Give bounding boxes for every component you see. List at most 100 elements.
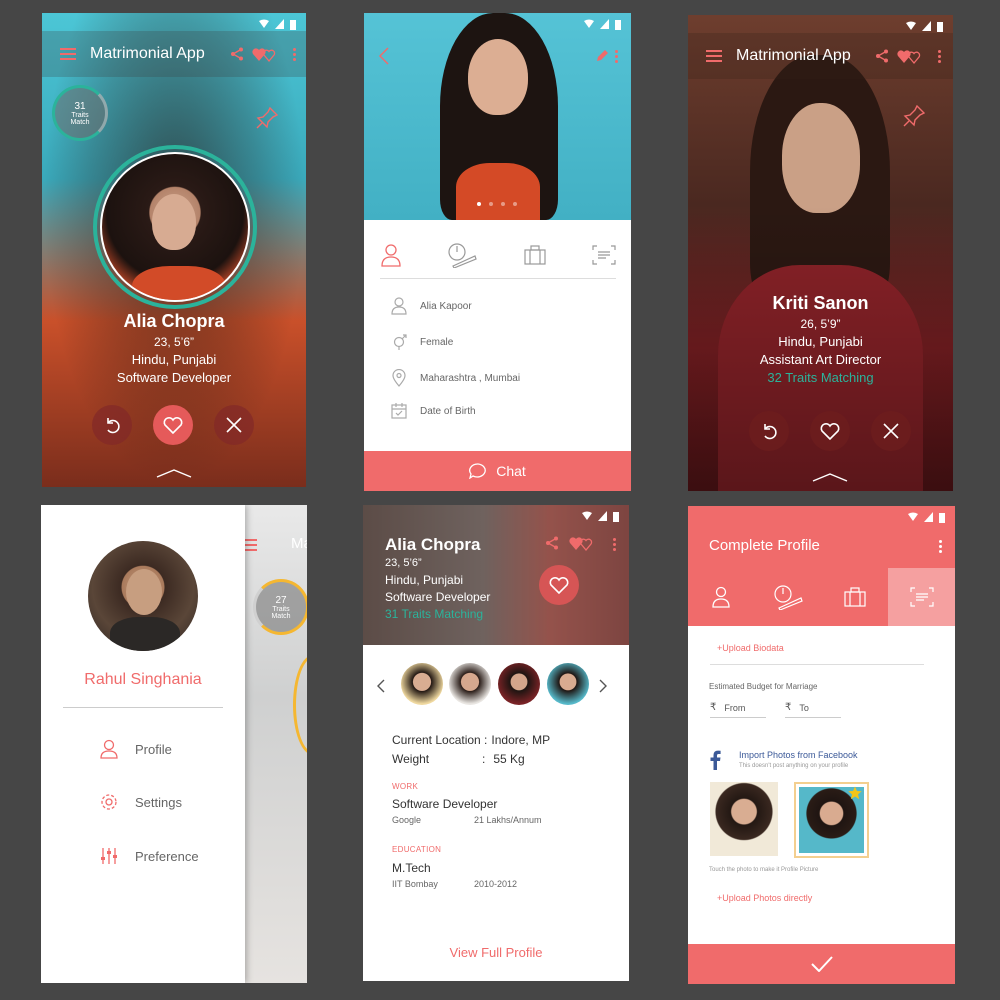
card-profile-summary: Alia Chopra 23, 5’6” Hindu, Punjabi Soft… [363,505,629,981]
age-height: 26, 5’9” [800,317,841,331]
traits-matching: 32 Traits Matching [767,370,874,385]
share-icon[interactable] [230,47,244,61]
match-label: Match [70,118,90,126]
details-section: Current Location : Indore, MP Weight : 5… [392,733,550,889]
measure-icon[interactable] [447,242,478,268]
nav-drawer: Rahul Singhania Profile Settings Prefere… [41,505,245,983]
background-traits-badge: 27 Traits Match [253,579,307,635]
profile-photo[interactable] [364,13,631,220]
budget-from-input[interactable]: ₹ From [710,702,766,718]
menu-icon[interactable] [60,48,76,60]
menu-item-settings[interactable]: Settings [97,792,182,812]
field-dob[interactable]: Date of Birth [386,403,476,419]
upload-biodata-link[interactable]: +Upload Biodata [717,643,784,653]
carousel-dot[interactable] [501,202,505,206]
more-icon[interactable] [613,538,616,551]
college: IIT Bombay [392,879,438,889]
confirm-button[interactable] [688,944,955,984]
measure-icon [774,585,803,610]
divider [63,707,223,708]
tab-bar [688,568,955,626]
tab-career[interactable] [822,568,889,626]
years: 2010-2012 [474,879,518,889]
chevron-left-icon[interactable] [377,679,385,693]
status-bar [582,509,619,523]
undo-button[interactable] [749,411,789,451]
more-icon[interactable] [939,540,942,553]
like-button[interactable] [539,565,579,605]
education-details-row: IIT Bombay 2010-2012 [392,879,550,889]
more-icon[interactable] [615,50,618,63]
facebook-icon[interactable] [710,750,721,770]
battery-icon [615,19,621,30]
tab-personal[interactable] [688,568,755,626]
chevron-right-icon[interactable] [599,679,607,693]
heart-icon [820,422,840,441]
menu-label-settings: Settings [135,794,182,810]
battery-icon [937,21,943,32]
edit-icon[interactable] [595,49,609,63]
person-icon [712,586,731,608]
pin-icon[interactable] [903,105,925,127]
chat-button[interactable]: Chat [364,451,631,491]
budget-to-input[interactable]: ₹ To [785,702,841,718]
back-icon[interactable] [378,47,390,65]
chevron-up-icon[interactable] [812,471,848,483]
user-name: Rahul Singhania [84,671,202,688]
profile-summary: Kriti Sanon 26, 5’9” Hindu, Punjabi Assi… [688,293,953,385]
hearts-icon[interactable] [569,535,595,551]
id-icon[interactable] [592,244,616,265]
calendar-icon [391,403,407,419]
location-label: Current Location : [392,733,488,747]
chevron-up-icon[interactable] [156,467,192,479]
briefcase-icon[interactable] [523,244,547,266]
facebook-note: This doesn't post anything on your profi… [739,763,849,769]
photo-thumb[interactable] [401,663,443,705]
carousel-dot[interactable] [477,202,481,206]
upload-photos-link[interactable]: +Upload Photos directly [717,893,812,903]
menu-item-profile[interactable]: Profile [97,739,172,759]
field-name-value: Alia Kapoor [420,300,472,312]
field-dob-value: Date of Birth [420,405,476,417]
background-screen [245,505,307,983]
share-icon[interactable] [875,49,889,63]
field-location-value: Maharashtra , Mumbai [420,372,521,384]
reject-button[interactable] [214,405,254,445]
like-button[interactable] [810,411,850,451]
wifi-icon [259,19,269,28]
profession: Software Developer [116,370,232,385]
app-bar: Matrimonial App [688,33,953,79]
salary: 21 Lakhs/Annum [474,815,542,825]
view-full-profile-link[interactable]: View Full Profile [363,945,629,960]
menu-icon[interactable] [706,50,722,62]
tab-physical[interactable] [755,568,822,626]
carousel-dot[interactable] [489,202,493,206]
carousel-dot[interactable] [513,202,517,206]
photo-thumb[interactable] [498,663,540,705]
person-icon[interactable] [380,243,402,267]
tab-documents[interactable] [888,568,955,626]
menu-item-preference[interactable]: Preference [97,846,199,866]
photo-thumb[interactable] [449,663,491,705]
like-button[interactable] [153,405,193,445]
more-icon[interactable] [938,49,941,63]
share-icon[interactable] [545,536,559,550]
photo-thumb[interactable] [547,663,589,705]
hearts-icon[interactable] [897,48,923,64]
user-avatar[interactable] [88,541,198,651]
profile-summary: Alia Chopra 23, 5’6” Hindu, Punjabi Soft… [42,311,306,385]
import-facebook-link[interactable]: Import Photos from Facebook [739,750,858,760]
profile-photo[interactable] [100,152,250,302]
undo-button[interactable] [92,405,132,445]
signal-icon [924,512,933,522]
photo-hint: Touch the photo to make it Profile Pictu… [709,867,819,873]
more-icon[interactable] [293,47,296,61]
pin-icon[interactable] [256,107,278,129]
facebook-photo[interactable] [710,782,778,856]
field-gender-value: Female [420,336,454,348]
traits-matching: 31 Traits Matching [385,607,484,621]
id-icon [910,587,934,607]
hearts-icon[interactable] [252,46,278,62]
rupee-icon: ₹ [710,702,717,713]
reject-button[interactable] [871,411,911,451]
